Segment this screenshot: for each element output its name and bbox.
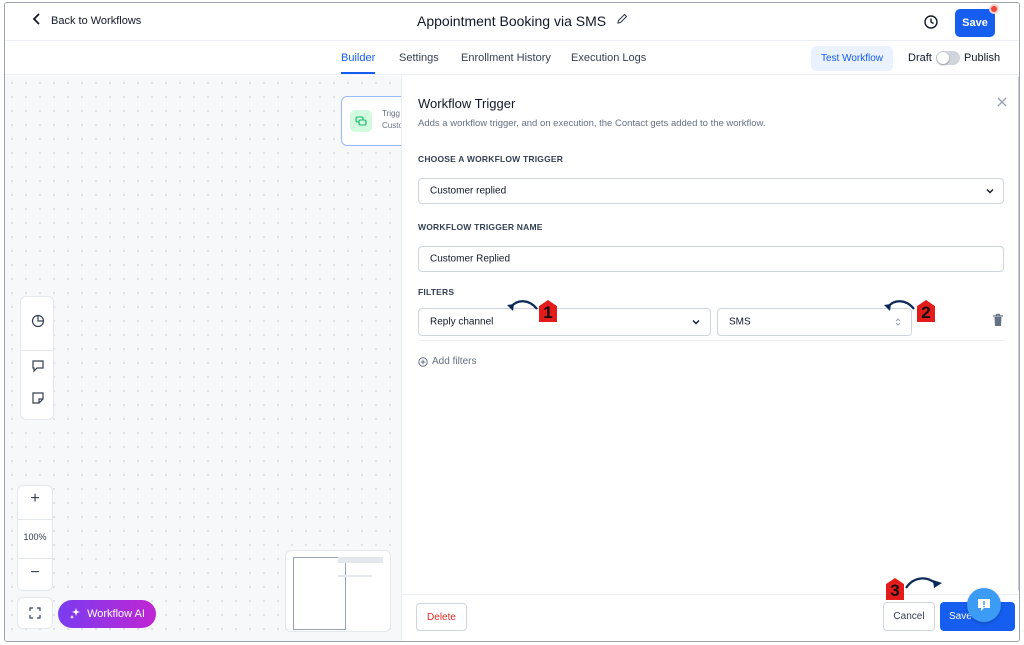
trigger-node-subtitle: Custo: [382, 121, 403, 130]
pie-chart-icon[interactable]: [31, 314, 45, 328]
zoom-controls: + 100% −: [17, 485, 53, 591]
tab-builder[interactable]: Builder: [341, 52, 375, 64]
filters-label: FILTERS: [418, 287, 455, 297]
minimap-node: [338, 575, 372, 577]
add-filters-button[interactable]: Add filters: [418, 356, 476, 367]
top-bar: Back to Workflows Appointment Booking vi…: [5, 3, 1019, 41]
fit-view-button[interactable]: [17, 597, 53, 629]
add-filters-label: Add filters: [432, 356, 477, 367]
filter-divider: [418, 340, 1004, 341]
save-button[interactable]: Save: [955, 9, 995, 37]
chevron-left-icon: [31, 13, 43, 28]
tab-settings[interactable]: Settings: [399, 52, 439, 64]
minimap[interactable]: [285, 550, 391, 632]
tab-bar: Builder Settings Enrollment History Exec…: [5, 41, 1019, 75]
minimap-node: [338, 557, 383, 563]
canvas-toolbox: [20, 296, 54, 420]
panel-description: Adds a workflow trigger, and on executio…: [418, 118, 766, 129]
back-label: Back to Workflows: [51, 14, 142, 27]
publish-toggle[interactable]: [936, 51, 960, 65]
trigger-select-value: Customer replied: [430, 185, 507, 197]
workflow-title-group: Appointment Booking via SMS: [417, 12, 628, 30]
curved-arrow-icon: [905, 577, 942, 589]
chevron-down-icon: [692, 320, 700, 325]
curved-arrow-icon: [884, 300, 915, 311]
publish-label: Publish: [964, 52, 1001, 64]
cancel-button[interactable]: Cancel: [883, 602, 935, 631]
panel-footer-divider: [402, 594, 1019, 595]
trigger-panel: Workflow Trigger Adds a workflow trigger…: [401, 76, 1019, 641]
chat-bubbles-icon: [350, 110, 372, 132]
up-down-chevron-icon: [895, 318, 901, 326]
minimap-viewport: [293, 557, 346, 630]
chat-icon: [978, 599, 990, 611]
trigger-select[interactable]: Customer replied: [418, 178, 1004, 204]
zoom-divider: [18, 558, 52, 559]
zoom-out-button[interactable]: −: [18, 564, 52, 582]
choose-trigger-label: CHOOSE A WORKFLOW TRIGGER: [418, 154, 564, 164]
trigger-name-value: Customer Replied: [430, 253, 511, 265]
test-workflow-button[interactable]: Test Workflow: [811, 46, 893, 71]
zoom-in-button[interactable]: +: [18, 490, 52, 508]
trigger-name-label: WORKFLOW TRIGGER NAME: [418, 222, 543, 232]
plus-circle-icon: [418, 356, 428, 367]
trigger-name-input[interactable]: Customer Replied: [418, 246, 1004, 272]
comment-icon[interactable]: [31, 359, 45, 373]
help-chat-button[interactable]: [967, 588, 1001, 622]
panel-title: Workflow Trigger: [418, 96, 516, 111]
filter-field-value: Reply channel: [430, 316, 494, 328]
active-tab-indicator: [341, 72, 375, 74]
curved-arrow-icon: [507, 300, 538, 311]
draft-label: Draft: [908, 52, 932, 64]
zoom-level: 100%: [23, 532, 47, 542]
panel-scrollbar[interactable]: [1018, 76, 1019, 591]
tab-execution-logs[interactable]: Execution Logs: [571, 52, 646, 64]
notification-dot: [989, 4, 999, 14]
sticky-note-icon[interactable]: [31, 391, 45, 405]
workflow-ai-label: Workflow AI: [87, 608, 145, 620]
delete-button[interactable]: Delete: [416, 603, 467, 631]
workflow-canvas[interactable]: Trigg Custo + 100% − Workflow AI: [5, 76, 411, 641]
close-icon[interactable]: [996, 96, 1008, 108]
trash-icon[interactable]: [992, 313, 1004, 327]
workflow-ai-button[interactable]: Workflow AI: [58, 600, 156, 628]
pencil-icon[interactable]: [616, 12, 628, 30]
trigger-node-title: Trigg: [382, 109, 400, 118]
sparkle-icon: [69, 607, 81, 622]
expand-icon: [29, 607, 41, 619]
tab-enrollment-history[interactable]: Enrollment History: [461, 52, 551, 64]
chevron-down-icon: [986, 189, 994, 194]
filter-value-value: SMS: [729, 316, 751, 328]
toolbox-divider: [21, 350, 53, 351]
filter-field-select[interactable]: Reply channel: [418, 308, 711, 336]
history-icon[interactable]: [923, 14, 939, 30]
back-to-workflows-link[interactable]: Back to Workflows: [31, 13, 141, 28]
workflow-title: Appointment Booking via SMS: [417, 13, 607, 29]
app-window: Back to Workflows Appointment Booking vi…: [4, 2, 1020, 642]
zoom-divider: [18, 519, 52, 520]
